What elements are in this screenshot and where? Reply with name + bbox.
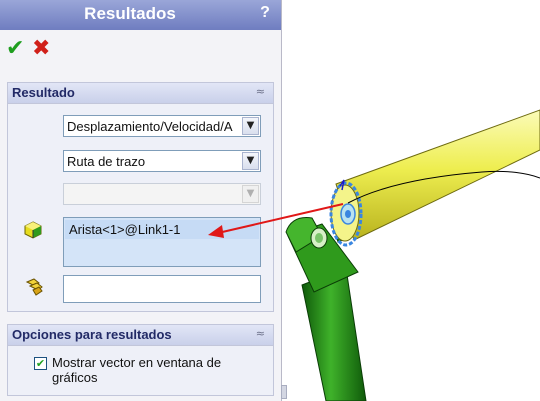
subcategory-select-value: Ruta de trazo	[67, 154, 146, 169]
options-section: Opciones para resultados ≈ ✔ Mostrar vec…	[7, 324, 274, 396]
edge-selection-list[interactable]: Arista<1>@Link1-1	[63, 217, 261, 267]
chevron-down-icon: ▼	[242, 185, 259, 203]
ok-check-icon[interactable]: ✔	[6, 38, 24, 60]
show-vector-checkbox[interactable]: ✔	[34, 357, 47, 370]
component-icon	[25, 278, 43, 296]
cancel-x-icon[interactable]: ✖	[32, 38, 50, 60]
chevron-down-icon[interactable]: ▼	[242, 117, 259, 135]
title-bar: Resultados ?	[0, 0, 281, 30]
upper-link-part[interactable]	[330, 109, 540, 242]
component-input[interactable]	[63, 275, 261, 303]
options-section-title: Opciones para resultados	[12, 327, 172, 342]
show-vector-label: Mostrar vector en ventana de gráficos	[52, 355, 222, 385]
yellow-cube-icon	[24, 221, 42, 239]
options-section-header[interactable]: Opciones para resultados ≈	[8, 325, 273, 346]
collapse-icon[interactable]: ≈	[256, 85, 265, 98]
category-select[interactable]: Desplazamiento/Velocidad/A ▼	[63, 115, 261, 137]
property-manager-panel: Resultados ? ✔ ✖ Resultado ≈ Desplazamie…	[0, 0, 287, 401]
panel-title: Resultados	[84, 4, 176, 23]
subcategory-select[interactable]: Ruta de trazo ▼	[63, 150, 261, 172]
help-icon[interactable]: ?	[257, 4, 273, 24]
results-section-title: Resultado	[12, 85, 75, 100]
chevron-down-icon[interactable]: ▼	[242, 152, 259, 170]
graphics-viewport[interactable]	[282, 0, 540, 401]
results-section-header[interactable]: Resultado ≈	[8, 83, 273, 104]
category-select-value: Desplazamiento/Velocidad/A	[67, 119, 233, 134]
collapse-icon[interactable]: ≈	[256, 327, 265, 340]
results-section: Resultado ≈ Desplazamiento/Velocidad/A ▼…	[7, 82, 274, 312]
selected-edge-item[interactable]: Arista<1>@Link1-1	[65, 220, 259, 239]
component-select[interactable]: ▼	[63, 183, 261, 205]
lower-link-part[interactable]	[285, 217, 367, 401]
